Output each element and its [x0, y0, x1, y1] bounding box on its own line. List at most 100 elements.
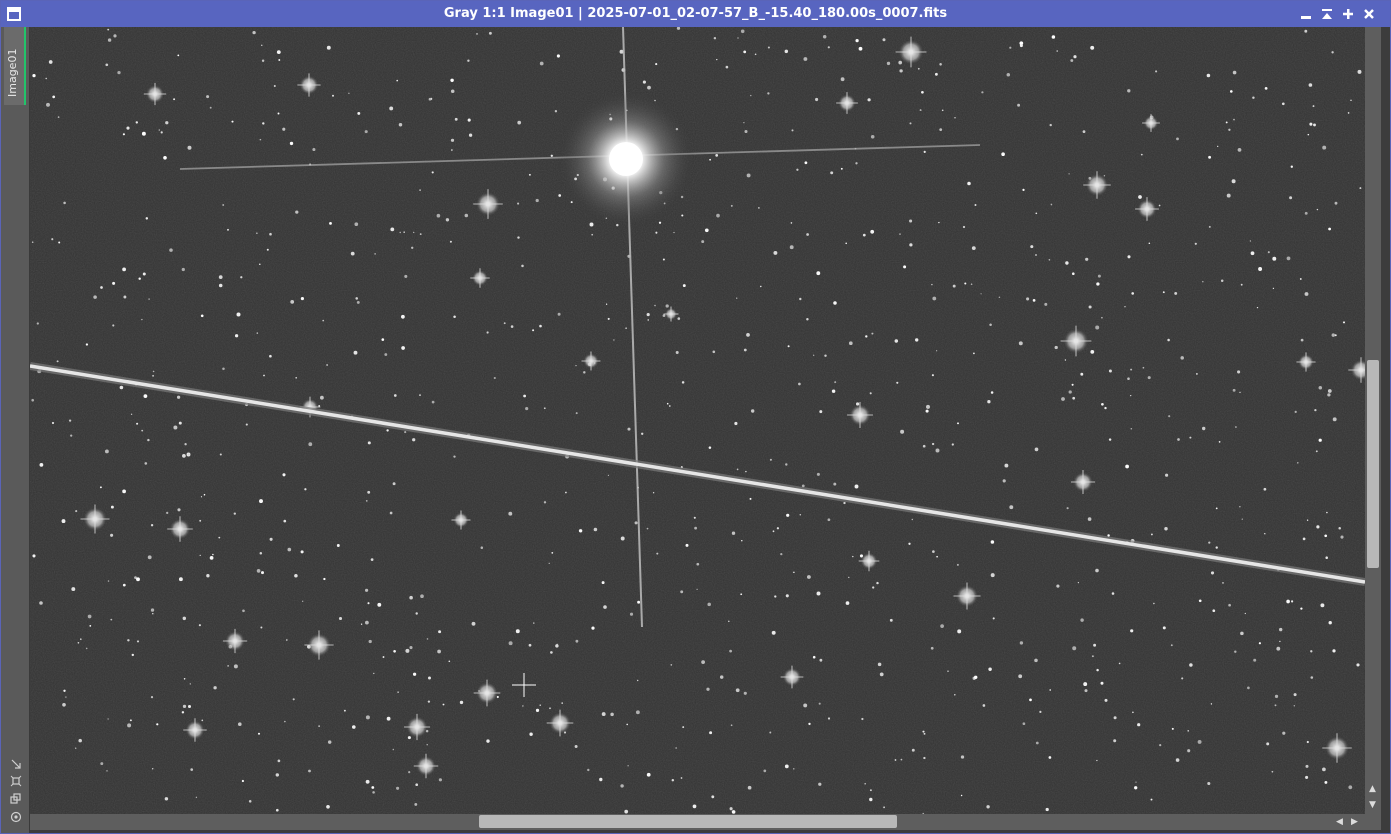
- star: [535, 198, 539, 203]
- star: [93, 295, 97, 299]
- star: [767, 46, 770, 49]
- star: [275, 773, 279, 777]
- star: [801, 484, 805, 488]
- star: [1299, 278, 1302, 280]
- star: [1064, 359, 1067, 361]
- star: [831, 389, 836, 393]
- scroll-left-icon[interactable]: ◀: [1336, 817, 1343, 827]
- star: [1324, 534, 1328, 538]
- star: [575, 364, 577, 367]
- star: [65, 696, 67, 698]
- star: [99, 486, 102, 489]
- star: [1127, 89, 1131, 93]
- tab-image01[interactable]: Image01: [4, 27, 26, 105]
- star: [1314, 408, 1317, 412]
- star: [743, 121, 745, 124]
- star: [908, 542, 911, 545]
- star: [189, 683, 192, 685]
- star: [658, 221, 662, 224]
- star: [706, 687, 710, 691]
- star: [1088, 305, 1092, 309]
- star: [1202, 426, 1206, 431]
- star: [1048, 756, 1052, 759]
- star: [326, 45, 331, 50]
- vertical-scrollbar-thumb[interactable]: [1367, 360, 1379, 568]
- star: [803, 703, 808, 708]
- star: [107, 28, 110, 31]
- zoom-to-fit-icon[interactable]: [9, 775, 23, 789]
- close-icon[interactable]: [1361, 6, 1377, 22]
- star: [869, 392, 872, 395]
- horizontal-scrollbar[interactable]: ◀ ▶: [30, 814, 1365, 830]
- star: [1233, 118, 1235, 121]
- star: [1108, 438, 1112, 441]
- horizontal-scrollbar-thumb[interactable]: [479, 815, 897, 828]
- star: [715, 154, 719, 157]
- star: [786, 513, 790, 517]
- star: [426, 638, 429, 640]
- star: [843, 501, 846, 505]
- star: [390, 227, 395, 232]
- star: [587, 768, 590, 772]
- star: [141, 429, 144, 432]
- star: [815, 97, 819, 102]
- scroll-right-icon[interactable]: ▶: [1351, 817, 1358, 827]
- star: [1196, 373, 1198, 375]
- star: [1189, 436, 1192, 439]
- star: [1004, 463, 1009, 468]
- star: [591, 233, 594, 236]
- vertical-scrollbar[interactable]: ▲ ▼: [1365, 27, 1381, 814]
- star: [798, 382, 801, 386]
- star: [1006, 72, 1011, 77]
- star: [682, 726, 685, 729]
- star: [869, 789, 872, 792]
- star: [1142, 366, 1145, 369]
- star: [459, 700, 464, 705]
- star: [357, 111, 361, 115]
- star: [834, 381, 837, 384]
- star: [398, 123, 403, 127]
- star: [344, 709, 346, 712]
- image-viewport[interactable]: [30, 27, 1365, 814]
- star: [898, 60, 903, 65]
- preview-icon[interactable]: [9, 811, 23, 825]
- star: [370, 558, 374, 561]
- star: [599, 777, 603, 782]
- shade-icon[interactable]: [1319, 6, 1335, 22]
- star: [681, 381, 685, 384]
- minimize-icon[interactable]: [1298, 6, 1314, 22]
- maximize-icon[interactable]: [1340, 6, 1356, 22]
- star: [865, 335, 868, 338]
- star: [1032, 299, 1036, 302]
- star: [261, 571, 264, 575]
- star: [647, 319, 649, 321]
- star: [480, 546, 484, 549]
- star: [1189, 663, 1193, 667]
- star: [947, 670, 949, 672]
- star: [583, 371, 586, 374]
- star: [1165, 473, 1169, 477]
- fit-view-icon[interactable]: [9, 758, 23, 772]
- clone-icon[interactable]: [9, 793, 23, 807]
- star: [70, 434, 73, 437]
- star: [263, 374, 265, 377]
- title-bar[interactable]: Gray 1:1 Image01 | 2025-07-01_02-07-57_B…: [1, 1, 1390, 27]
- star: [269, 232, 272, 236]
- star: [259, 499, 263, 504]
- star: [1070, 59, 1074, 62]
- scroll-down-icon[interactable]: ▼: [1369, 800, 1376, 810]
- star: [1340, 535, 1344, 539]
- star: [716, 58, 718, 61]
- star: [960, 755, 965, 759]
- star: [607, 317, 610, 320]
- star: [833, 301, 837, 305]
- star: [389, 106, 394, 111]
- star: [589, 222, 594, 227]
- star: [1305, 764, 1309, 768]
- star: [1293, 693, 1297, 697]
- star: [392, 748, 395, 751]
- star: [1357, 69, 1362, 74]
- scroll-up-icon[interactable]: ▲: [1369, 784, 1376, 794]
- star: [922, 444, 926, 448]
- star: [1304, 211, 1308, 215]
